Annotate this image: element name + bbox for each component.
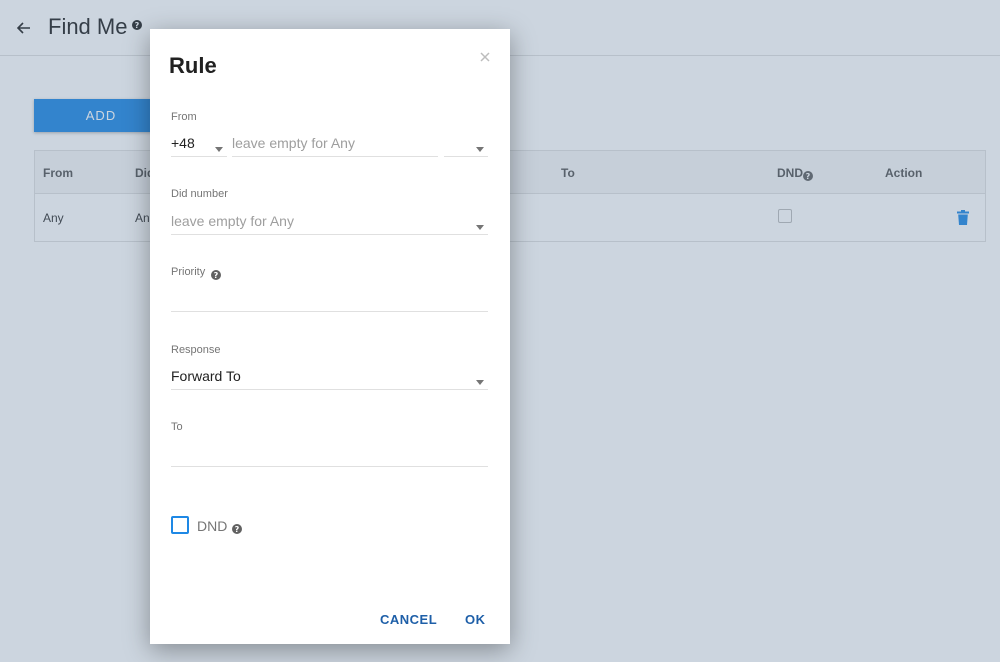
- dnd-checkbox[interactable]: [171, 516, 189, 534]
- chevron-down-icon: [215, 140, 223, 152]
- chevron-down-icon: [476, 140, 484, 152]
- did-number-label: Did number: [171, 188, 228, 200]
- response-value: Forward To: [171, 368, 241, 384]
- from-type-select[interactable]: [444, 129, 488, 157]
- field-underline: [444, 156, 488, 157]
- svg-text:?: ?: [214, 271, 219, 280]
- help-icon[interactable]: ?: [211, 267, 221, 280]
- close-icon[interactable]: [477, 49, 493, 65]
- did-number-select[interactable]: leave empty for Any: [171, 207, 488, 235]
- rule-dialog: Rule From +48 leave empty for Any Did nu…: [150, 29, 510, 644]
- dialog-title: Rule: [169, 53, 217, 78]
- cancel-button[interactable]: CANCEL: [380, 612, 437, 627]
- from-number-input[interactable]: leave empty for Any: [232, 129, 438, 157]
- from-number-placeholder: leave empty for Any: [232, 135, 355, 151]
- dnd-label: DND: [197, 518, 228, 534]
- field-underline: [171, 466, 488, 467]
- from-prefix-select[interactable]: +48: [171, 129, 227, 157]
- field-underline: [171, 234, 488, 235]
- field-underline: [171, 156, 227, 157]
- to-input[interactable]: [171, 439, 488, 467]
- from-label: From: [171, 111, 197, 123]
- help-icon[interactable]: ?: [232, 521, 242, 534]
- svg-text:?: ?: [235, 525, 240, 534]
- response-select[interactable]: Forward To: [171, 362, 488, 390]
- chevron-down-icon: [476, 373, 484, 385]
- priority-label: Priority: [171, 266, 206, 278]
- field-underline: [171, 389, 488, 390]
- priority-input[interactable]: [171, 285, 488, 313]
- chevron-down-icon: [476, 218, 484, 230]
- did-number-placeholder: leave empty for Any: [171, 213, 294, 229]
- to-label: To: [171, 421, 183, 433]
- from-prefix-value: +48: [171, 135, 195, 151]
- field-underline: [171, 311, 488, 312]
- response-label: Response: [171, 344, 221, 356]
- ok-button[interactable]: OK: [465, 612, 486, 627]
- field-underline: [232, 156, 438, 157]
